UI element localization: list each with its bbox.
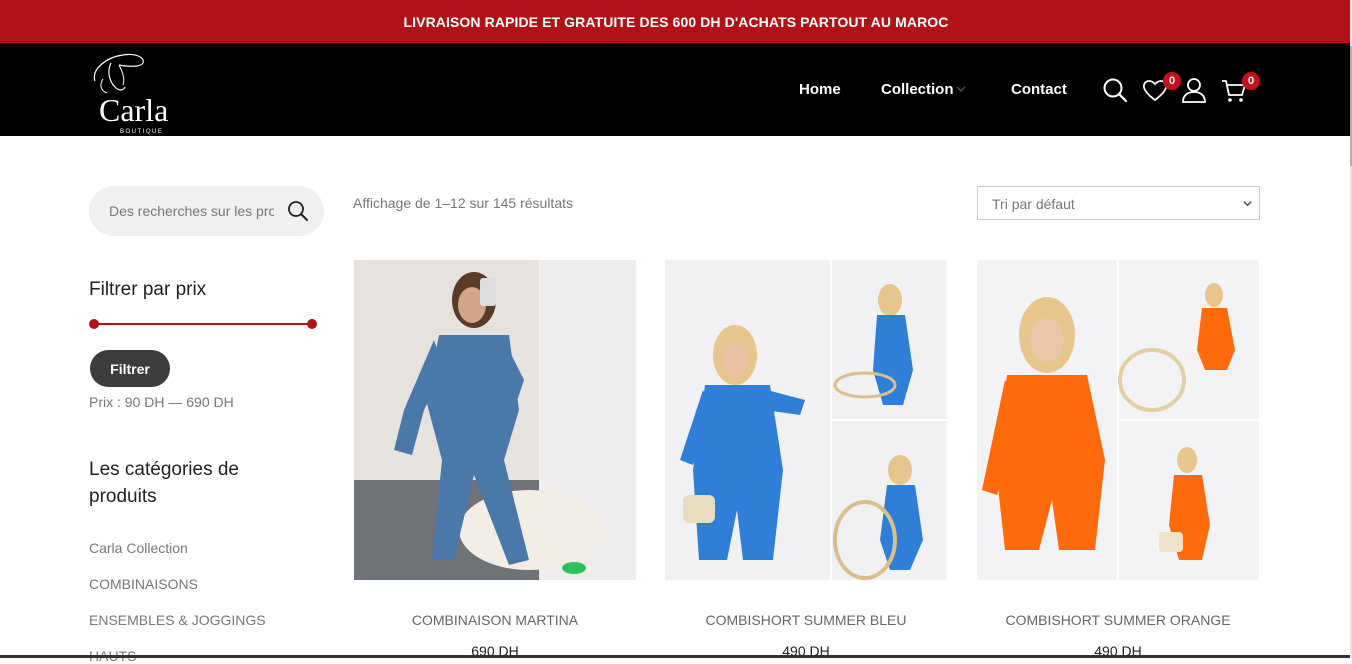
sort-selected-value: Tri par défaut (992, 196, 1075, 212)
product-image[interactable] (977, 260, 1259, 580)
categories-title: Les catégories de produits (89, 459, 239, 507)
product-name[interactable]: COMBISHORT SUMMER ORANGE (977, 612, 1259, 628)
price-range-track (92, 323, 312, 325)
nav-contact[interactable]: Contact (1011, 81, 1067, 98)
price-range-label: Prix : 90 DH — 690 DH (89, 394, 234, 410)
price-filter-title: Filtrer par prix (89, 279, 207, 300)
product-search (89, 186, 324, 236)
search-icon[interactable] (286, 199, 310, 223)
product-image[interactable] (354, 260, 636, 580)
product-image[interactable] (665, 260, 947, 580)
category-link[interactable]: ENSEMBLES & JOGGINGS (89, 612, 266, 628)
nav-home[interactable]: Home (799, 81, 841, 98)
search-icon[interactable] (1101, 76, 1129, 104)
search-input[interactable] (109, 201, 274, 221)
category-link[interactable]: COMBINAISONS (89, 576, 198, 592)
price-max-handle[interactable] (307, 319, 317, 329)
carla-boutique-logo[interactable]: Carla BOUTIQUE (89, 49, 199, 135)
chevron-down-icon (956, 86, 966, 92)
svg-text:BOUTIQUE: BOUTIQUE (120, 129, 163, 135)
sort-select[interactable]: Tri par défaut (977, 186, 1260, 220)
promo-bar: LIVRAISON RAPIDE ET GRATUITE DES 600 DH … (0, 0, 1352, 43)
user-icon[interactable] (1180, 76, 1208, 104)
site-header: Carla BOUTIQUE Home Collection Contact 0… (0, 43, 1350, 136)
product-name[interactable]: COMBISHORT SUMMER BLEU (665, 612, 947, 628)
price-min-handle[interactable] (89, 319, 99, 329)
promo-text: LIVRAISON RAPIDE ET GRATUITE DES 600 DH … (403, 13, 949, 30)
category-link[interactable]: Carla Collection (89, 540, 188, 556)
cart-count-badge: 0 (1242, 72, 1260, 90)
result-count: Affichage de 1–12 sur 145 résultats (353, 195, 574, 211)
filter-button[interactable]: Filtrer (90, 350, 170, 387)
wishlist-count-badge: 0 (1163, 72, 1181, 90)
product-name[interactable]: COMBINAISON MARTINA (354, 612, 636, 628)
svg-text:Carla: Carla (99, 92, 168, 128)
nav-collection[interactable]: Collection (881, 81, 954, 98)
price-range-slider[interactable] (89, 318, 318, 330)
chevron-down-icon (1243, 201, 1252, 207)
